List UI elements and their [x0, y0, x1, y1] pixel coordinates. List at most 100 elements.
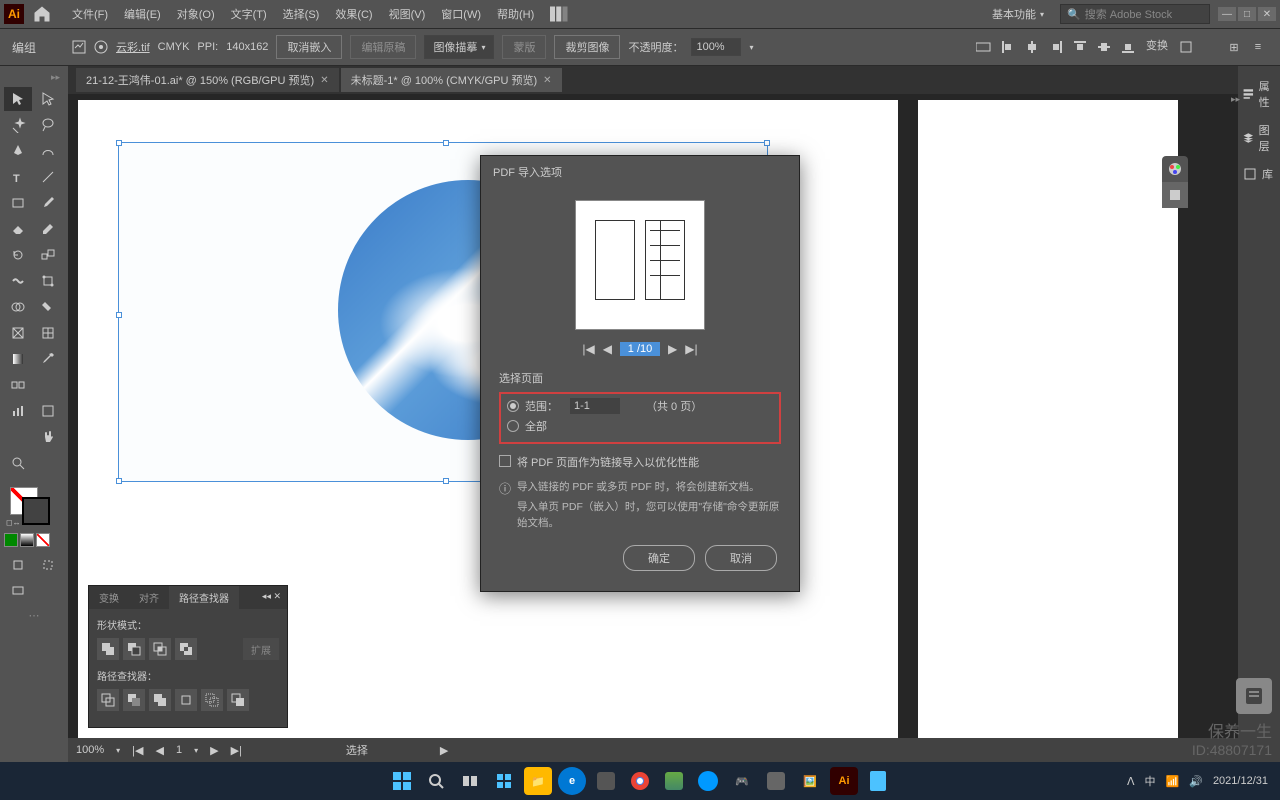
tray-time[interactable]: 2021/12/31 [1213, 775, 1268, 787]
unite-button[interactable] [97, 638, 119, 660]
task-view-button[interactable] [456, 767, 484, 795]
next-page-icon[interactable]: ▶ [668, 342, 677, 356]
align-bottom-icon[interactable] [1118, 37, 1138, 57]
color-mode-swatches[interactable] [4, 533, 64, 547]
library-panel-button[interactable]: 库 [1238, 160, 1280, 188]
width-tool[interactable] [4, 269, 32, 293]
menu-view[interactable]: 视图(V) [381, 6, 434, 22]
free-transform-tool[interactable] [34, 269, 62, 293]
close-icon[interactable]: ✕ [543, 75, 551, 86]
menu-effect[interactable]: 效果(C) [327, 6, 380, 22]
paintbrush-tool[interactable] [34, 191, 62, 215]
menu-type[interactable]: 文字(T) [223, 6, 275, 22]
lasso-tool[interactable] [34, 113, 62, 137]
panel-menu-icon[interactable]: ≡ [1248, 37, 1268, 57]
tray-volume-icon[interactable]: 🔊 [1189, 775, 1203, 788]
nav-last-icon[interactable]: ▶| [231, 744, 242, 757]
slice-tool[interactable] [4, 425, 32, 449]
swatches-panel-icon[interactable] [1162, 182, 1188, 208]
direct-selection-tool[interactable] [34, 87, 62, 111]
shape-icon[interactable] [1176, 37, 1196, 57]
app-icon-4[interactable]: 🎮 [728, 767, 756, 795]
mask-button[interactable]: 蒙版 [502, 35, 546, 59]
align-icon[interactable] [974, 37, 994, 57]
perspective-tool[interactable] [4, 321, 32, 345]
nav-first-icon[interactable]: |◀ [132, 744, 143, 757]
edge-icon[interactable]: e [558, 767, 586, 795]
tab-doc2[interactable]: 未标题-1* @ 100% (CMYK/GPU 预览)✕ [341, 68, 562, 92]
nav-next-icon[interactable]: ▶ [210, 744, 218, 757]
minus-front-button[interactable] [123, 638, 145, 660]
magic-wand-tool[interactable] [4, 113, 32, 137]
widgets-button[interactable] [490, 767, 518, 795]
screen-mode[interactable] [4, 579, 32, 603]
live-paint-tool[interactable] [34, 295, 62, 319]
trim-button[interactable] [123, 689, 145, 711]
fill-stroke-swatch[interactable]: ◻↔ [4, 487, 60, 527]
tab-doc1[interactable]: 21-12-王鸿伟-01.ai* @ 150% (RGB/GPU 预览)✕ [76, 68, 339, 92]
illustrator-taskbar-icon[interactable]: Ai [830, 767, 858, 795]
transform-label[interactable]: 变换 [1146, 37, 1168, 57]
shaper-tool[interactable] [4, 217, 32, 241]
close-icon[interactable]: ✕ [320, 75, 328, 86]
ok-button[interactable]: 确定 [623, 545, 695, 571]
type-tool[interactable]: T [4, 165, 32, 189]
search-button[interactable] [422, 767, 450, 795]
line-tool[interactable] [34, 165, 62, 189]
tray-chevron-icon[interactable]: ᐱ [1127, 775, 1135, 788]
status-arrow-icon[interactable]: ▶ [440, 744, 448, 757]
minus-back-button[interactable] [227, 689, 249, 711]
menu-select[interactable]: 选择(S) [275, 6, 328, 22]
align-middle-icon[interactable] [1094, 37, 1114, 57]
menu-edit[interactable]: 编辑(E) [116, 6, 169, 22]
start-button[interactable] [388, 767, 416, 795]
menu-help[interactable]: 帮助(H) [489, 6, 542, 22]
panel-menu-icon[interactable]: ◂◂ ✕ [256, 586, 287, 609]
nav-prev-icon[interactable]: ◀ [155, 744, 163, 757]
gradient-tool[interactable] [4, 347, 32, 371]
target-icon[interactable] [94, 40, 108, 54]
align-top-icon[interactable] [1070, 37, 1090, 57]
crop-button[interactable]: 裁剪图像 [554, 35, 620, 59]
symbol-sprayer-tool[interactable] [34, 373, 62, 397]
eyedropper-tool[interactable] [34, 347, 62, 371]
cancel-button[interactable]: 取消 [705, 545, 777, 571]
prev-page-icon[interactable]: ◀ [603, 342, 612, 356]
menu-file[interactable]: 文件(F) [64, 6, 116, 22]
home-icon[interactable] [32, 4, 52, 24]
color-panel-icon[interactable] [1162, 156, 1188, 182]
range-input[interactable] [570, 398, 620, 414]
hand-tool[interactable] [34, 425, 62, 449]
app-icon-2[interactable] [660, 767, 688, 795]
workspace-switcher[interactable]: 基本功能 ▾ [984, 6, 1052, 22]
pathfinder-tab[interactable]: 路径查找器 [169, 586, 239, 609]
draw-mode-behind[interactable] [34, 553, 62, 577]
app-icon-3[interactable] [694, 767, 722, 795]
all-radio[interactable] [507, 420, 519, 432]
maximize-button[interactable]: □ [1238, 7, 1256, 21]
align-left-icon[interactable] [998, 37, 1018, 57]
search-input[interactable]: 🔍 搜索 Adobe Stock [1060, 4, 1210, 24]
first-page-icon[interactable]: |◀ [582, 342, 594, 356]
zoom-tool[interactable] [4, 451, 32, 475]
column-graph-tool[interactable] [4, 399, 32, 423]
link-checkbox[interactable] [499, 455, 511, 467]
artboard-tool[interactable] [34, 399, 62, 423]
crop-button[interactable] [175, 689, 197, 711]
transform-tab[interactable]: 变换 [89, 586, 129, 609]
merge-button[interactable] [149, 689, 171, 711]
chrome-icon[interactable] [626, 767, 654, 795]
range-radio[interactable] [507, 400, 519, 412]
align-right-icon[interactable] [1046, 37, 1066, 57]
mesh-tool[interactable] [34, 321, 62, 345]
tray-wifi-icon[interactable]: 📶 [1166, 775, 1180, 788]
curvature-tool[interactable] [34, 139, 62, 163]
intersect-button[interactable] [149, 638, 171, 660]
embed-icon[interactable] [72, 40, 86, 54]
image-trace-dropdown[interactable]: 图像描摹 ▾ [424, 35, 494, 59]
rotate-tool[interactable] [4, 243, 32, 267]
app-icon-1[interactable] [592, 767, 620, 795]
artboard-number[interactable]: 1 [176, 744, 182, 756]
last-page-icon[interactable]: ▶| [685, 342, 697, 356]
divide-button[interactable] [97, 689, 119, 711]
